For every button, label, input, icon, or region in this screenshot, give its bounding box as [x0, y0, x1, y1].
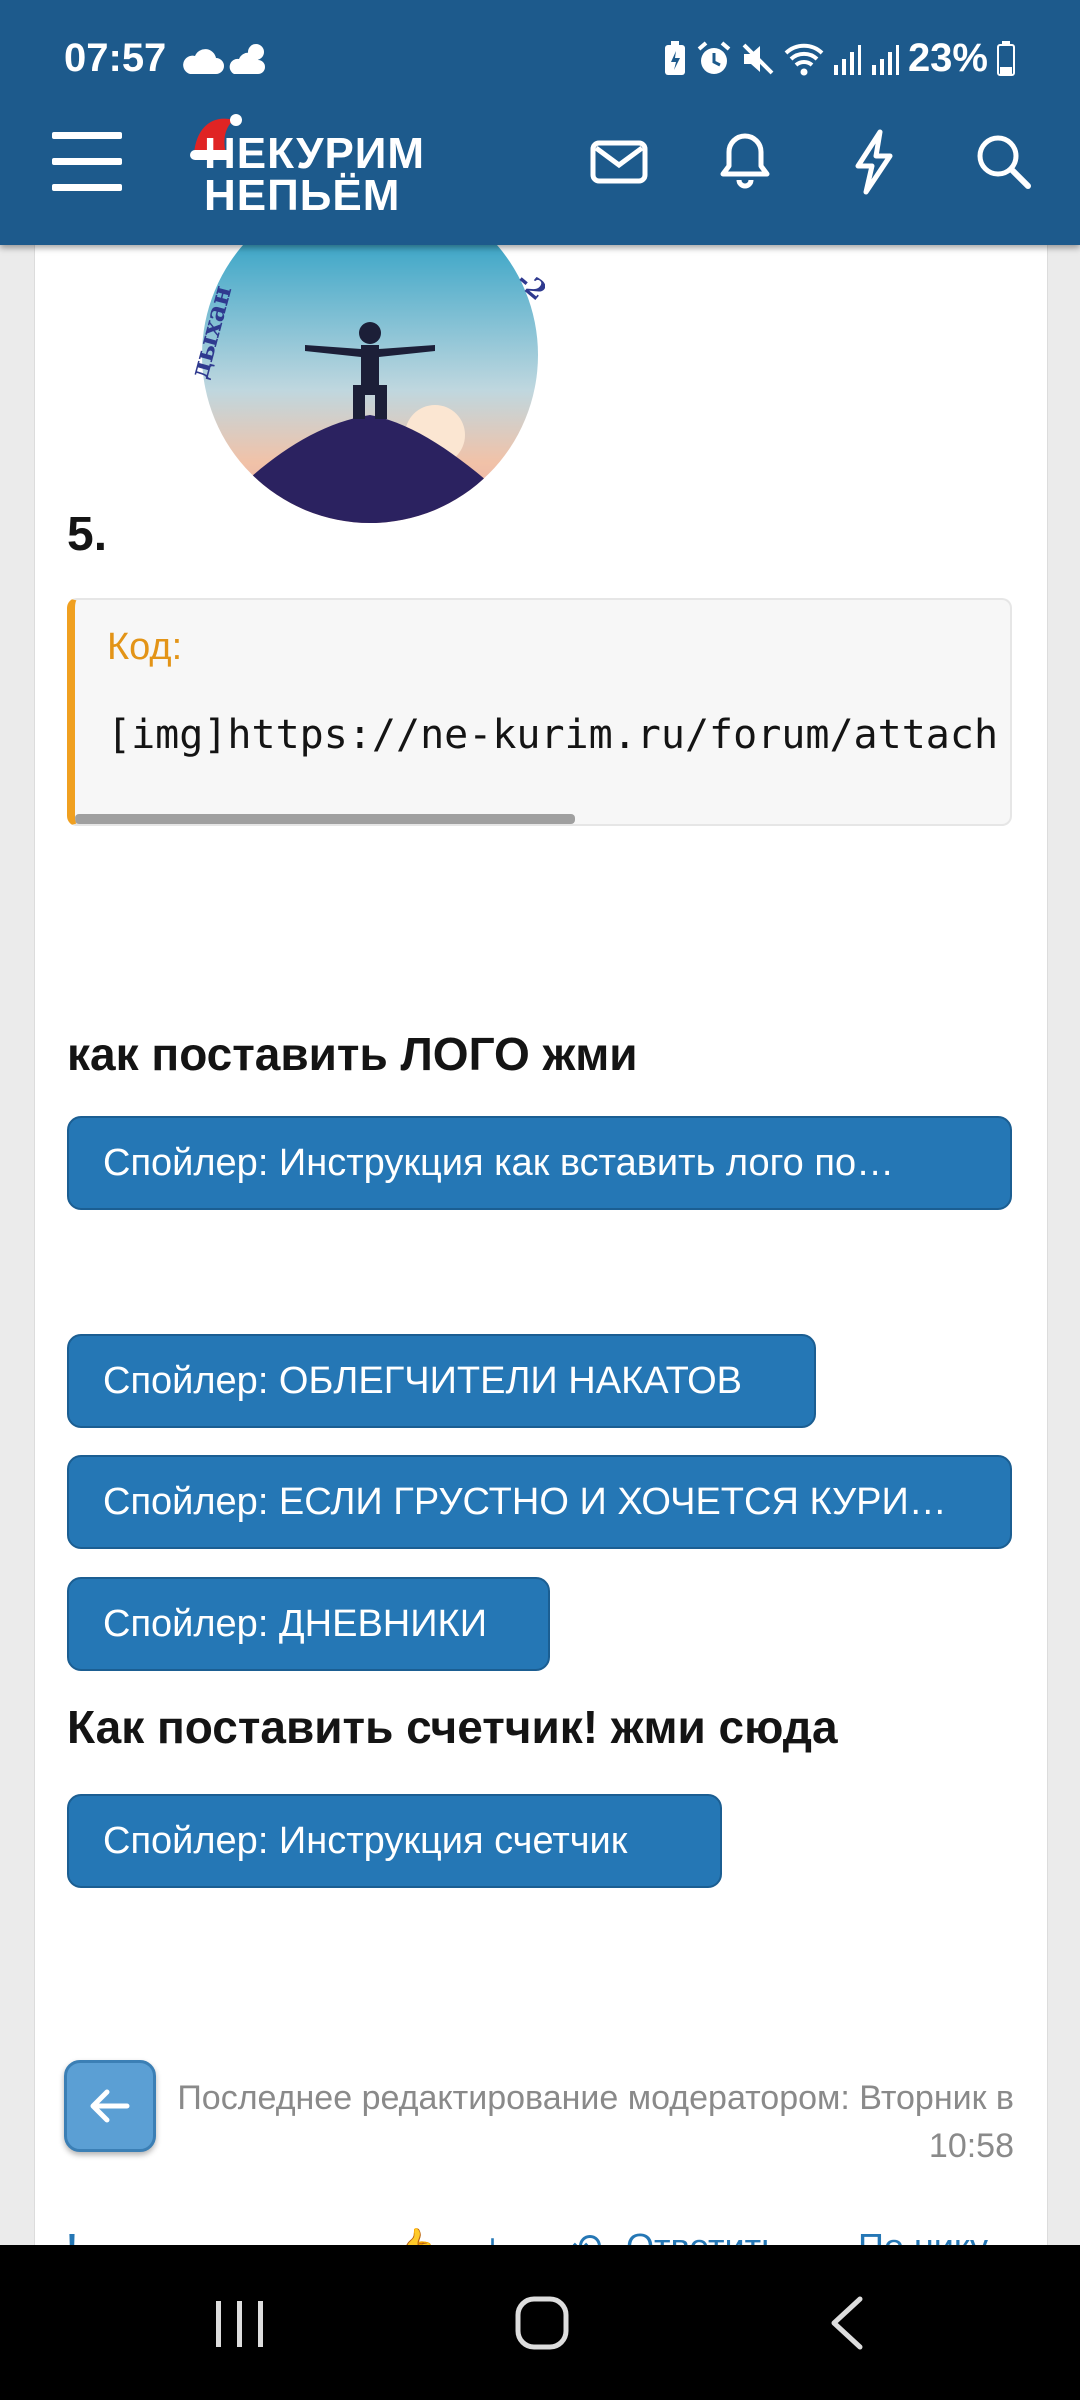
spoiler-sad-button[interactable]: Спойлер: ЕСЛИ ГРУСТНО И ХОЧЕТСЯ КУРИ… [67, 1455, 1012, 1549]
code-label: Код: [107, 626, 183, 668]
user-logo-image: дыхан -2 [185, 245, 545, 523]
edited-note-line2: 10:58 [928, 2127, 1014, 2165]
status-time: 07:57 [64, 36, 167, 80]
spoiler-logo-button[interactable]: Спойлер: Инструкция как вставить лого по… [67, 1116, 1012, 1210]
system-nav-bar [0, 2245, 1080, 2400]
edited-note-line1: Последнее редактирование модератором: Вт… [177, 2079, 1014, 2117]
battery-icon [997, 40, 1015, 76]
heading-counter: Как поставить счетчик! жми сюда [67, 1701, 838, 1753]
signal-icon [871, 44, 899, 75]
post-content: дыхан -2 5. Код: [img]https://ne-kurim.r… [34, 245, 1048, 2245]
step-number: 5. [67, 508, 108, 561]
spoiler-counter-button[interactable]: Спойлер: Инструкция счетчик [67, 1794, 722, 1888]
logo-line-2: НЕПЬЁМ [204, 171, 401, 220]
battery-percent: 23% [907, 36, 988, 80]
menu-icon[interactable] [52, 132, 122, 198]
reply-link[interactable]: Ответить [626, 2226, 780, 2246]
weather-icons [180, 40, 274, 81]
plus-icon[interactable]: + [482, 2226, 503, 2246]
code-block[interactable]: Код: [img]https://ne-kurim.ru/forum/atta… [67, 598, 1012, 826]
lightning-icon[interactable] [838, 126, 908, 196]
back-to-top-button[interactable] [64, 2060, 156, 2152]
site-logo[interactable]: НЕКУРИМ НЕПЬЁМ [190, 110, 480, 220]
home-icon[interactable] [462, 2245, 622, 2400]
code-text[interactable]: [img]https://ne-kurim.ru/forum/attach [107, 712, 998, 758]
mute-icon [742, 43, 774, 74]
back-icon[interactable] [766, 2245, 926, 2400]
heading-logo: как поставить ЛОГО жми [67, 1028, 638, 1080]
status-bar: 07:57 23% [0, 0, 1080, 120]
reply-icon[interactable]: ↶ [572, 2226, 602, 2246]
signal-icon [833, 44, 861, 75]
spoiler-relief-button[interactable]: Спойлер: ОБЛЕГЧИТЕЛИ НАКАТОВ [67, 1334, 816, 1428]
edited-note: Последнее редактирование модератором: Вт… [134, 2074, 1014, 2170]
partly-sunny-icon [230, 44, 266, 74]
spoiler-diaries-button[interactable]: Спойлер: ДНЕВНИКИ [67, 1577, 550, 1671]
recent-apps-icon[interactable] [160, 2245, 320, 2400]
like-icon[interactable]: 👍 [392, 2226, 437, 2246]
by-nick-link[interactable]: По нику [858, 2226, 988, 2246]
logo-line-1: НЕКУРИМ [204, 129, 426, 178]
search-icon[interactable] [968, 126, 1038, 196]
wifi-icon [784, 43, 824, 75]
code-scrollbar[interactable] [75, 814, 575, 824]
bell-icon[interactable] [710, 126, 780, 196]
status-icons: 23% [662, 36, 1016, 81]
app-header: 07:57 23% НЕКУРИМ НЕПЬЁМ [0, 0, 1080, 245]
post-actions: ! 👍 + ↶ Ответить По нику [0, 2226, 1080, 2246]
battery-saver-icon [664, 40, 685, 75]
alarm-icon [697, 40, 731, 74]
cloud-icon [183, 49, 224, 74]
mail-icon[interactable] [584, 126, 654, 196]
flag-icon[interactable]: ! [66, 2226, 78, 2246]
arrow-left-icon [90, 2089, 130, 2123]
